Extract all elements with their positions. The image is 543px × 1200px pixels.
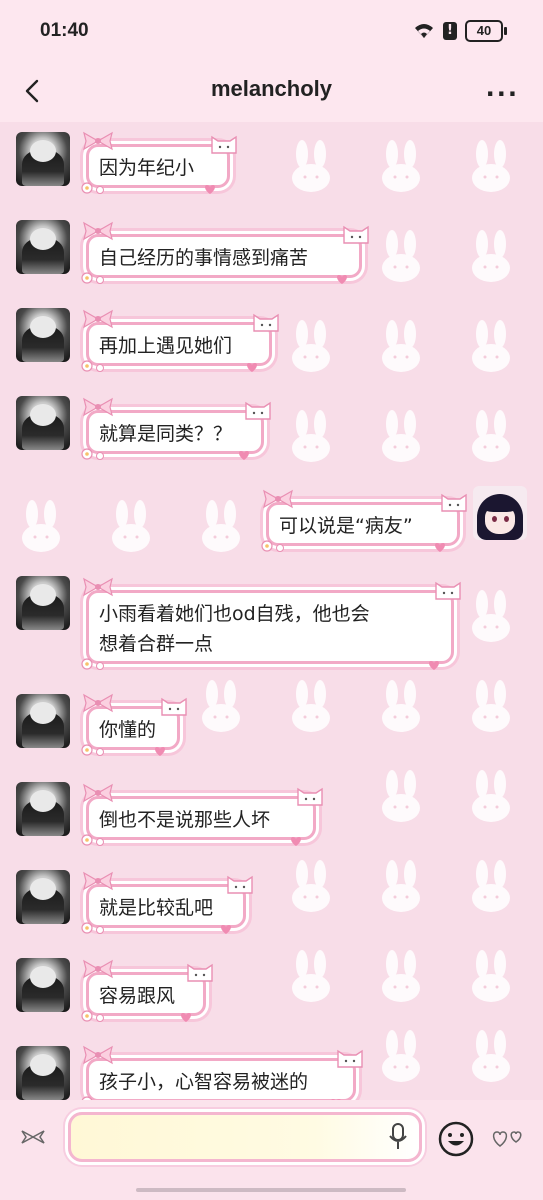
contact-avatar[interactable] <box>16 1046 70 1100</box>
message-text: 自己经历的事情感到痛苦 <box>99 247 309 269</box>
bow-decoration-icon <box>83 959 113 979</box>
message-bubble[interactable]: 小雨看着她们也od自残，他也会 想着合群一点 <box>81 577 461 670</box>
battery-icon: 40 <box>465 20 507 42</box>
bow-decoration-icon <box>83 221 113 241</box>
bow-decoration-icon <box>83 871 113 891</box>
bow-decoration-icon <box>83 397 113 417</box>
bow-decoration-icon <box>83 1045 113 1065</box>
cat-decoration-icon <box>297 787 323 806</box>
flower-decoration-icon <box>81 834 104 846</box>
chat-area[interactable]: 因为年纪小 自己经历的事情感到痛苦 再加上遇见她们 就算是同类？？ 可以说是“病… <box>0 122 543 1100</box>
contact-avatar[interactable] <box>16 782 70 836</box>
flower-decoration-icon <box>81 1010 104 1022</box>
contact-avatar[interactable] <box>16 132 70 186</box>
status-icons: ! 40 <box>413 20 507 42</box>
message-bubble[interactable]: 你懂的 <box>81 693 187 756</box>
cat-decoration-icon <box>187 963 213 982</box>
heart-decoration-icon <box>239 451 249 460</box>
heart-decoration-icon <box>337 275 347 284</box>
contact-avatar[interactable] <box>16 694 70 748</box>
contact-avatar[interactable] <box>16 396 70 450</box>
cat-decoration-icon <box>245 401 271 420</box>
contact-avatar[interactable] <box>16 576 70 630</box>
message-bubble[interactable]: 自己经历的事情感到痛苦 <box>81 221 369 284</box>
wing-heart-icon[interactable] <box>18 1128 48 1146</box>
contact-avatar[interactable] <box>16 220 70 274</box>
message-bubble[interactable]: 可以说是“病友” <box>261 489 467 552</box>
emoji-icon[interactable] <box>437 1120 475 1158</box>
microphone-icon[interactable] <box>388 1122 408 1152</box>
cat-decoration-icon <box>253 313 279 332</box>
bow-decoration-icon <box>83 577 113 597</box>
message-bubble[interactable]: 孩子小，心智容易被迷的 <box>81 1045 363 1100</box>
message-text: 倒也不是说那些人坏 <box>99 809 271 831</box>
flower-decoration-icon <box>81 272 104 284</box>
cat-decoration-icon <box>435 581 461 600</box>
flower-decoration-icon <box>81 658 104 670</box>
chat-title: melancholy <box>210 76 333 101</box>
wifi-icon <box>415 24 433 38</box>
heart-decoration-icon <box>221 925 231 934</box>
bow-decoration-icon <box>83 131 113 151</box>
home-indicator <box>136 1188 406 1192</box>
message-text: 再加上遇见她们 <box>99 335 233 357</box>
my-avatar[interactable] <box>473 486 527 540</box>
heart-decoration-icon <box>155 747 165 756</box>
flower-decoration-icon <box>81 1096 93 1100</box>
hearts-icon[interactable] <box>490 1126 526 1150</box>
alert-icon: ! <box>443 22 457 40</box>
bow-decoration-icon <box>83 309 113 329</box>
input-bar <box>0 1100 543 1200</box>
message-text: 可以说是“病友” <box>279 515 413 537</box>
message-bubble[interactable]: 容易跟风 <box>81 959 213 1022</box>
contact-avatar[interactable] <box>16 958 70 1012</box>
message-bubble[interactable]: 倒也不是说那些人坏 <box>81 783 323 846</box>
bow-decoration-icon <box>83 693 113 713</box>
heart-decoration-icon <box>247 363 257 372</box>
message-bubble[interactable]: 因为年纪小 <box>81 131 237 194</box>
contact-avatar[interactable] <box>16 308 70 362</box>
message-input[interactable] <box>68 1112 422 1162</box>
flower-decoration-icon <box>81 182 104 194</box>
heart-decoration-icon <box>435 543 445 552</box>
status-bar: 01:40 ! 40 <box>0 0 543 62</box>
heart-decoration-icon <box>205 185 215 194</box>
heart-decoration-icon <box>429 661 439 670</box>
message-bubble[interactable]: 再加上遇见她们 <box>81 309 279 372</box>
flower-decoration-icon <box>261 540 284 552</box>
cat-decoration-icon <box>211 135 237 154</box>
message-text: 因为年纪小 <box>99 157 195 179</box>
chat-header: melancholy ··· <box>0 62 543 122</box>
flower-decoration-icon <box>81 360 104 372</box>
message-text: 容易跟风 <box>99 985 176 1007</box>
contact-avatar[interactable] <box>16 870 70 924</box>
message-text: 就是比较乱吧 <box>99 897 214 919</box>
flower-decoration-icon <box>81 448 104 460</box>
heart-decoration-icon <box>181 1013 191 1022</box>
flower-decoration-icon <box>81 922 104 934</box>
bow-decoration-icon <box>83 783 113 803</box>
message-text: 孩子小，心智容易被迷的 <box>99 1071 309 1093</box>
message-text: 你懂的 <box>99 719 157 741</box>
cat-decoration-icon <box>343 225 369 244</box>
cat-decoration-icon <box>441 493 467 512</box>
flower-decoration-icon <box>81 744 104 756</box>
cat-decoration-icon <box>161 697 187 716</box>
message-text: 就算是同类？？ <box>99 423 233 445</box>
status-time: 01:40 <box>40 20 89 41</box>
message-bubble[interactable]: 就是比较乱吧 <box>81 871 253 934</box>
message-text: 小雨看着她们也od自残，他也会 想着合群一点 <box>99 603 370 655</box>
cat-decoration-icon <box>337 1049 363 1068</box>
more-options-icon[interactable]: ··· <box>486 80 519 108</box>
cat-decoration-icon <box>227 875 253 894</box>
message-bubble[interactable]: 就算是同类？？ <box>81 397 271 460</box>
bow-decoration-icon <box>263 489 293 509</box>
heart-decoration-icon <box>291 837 301 846</box>
